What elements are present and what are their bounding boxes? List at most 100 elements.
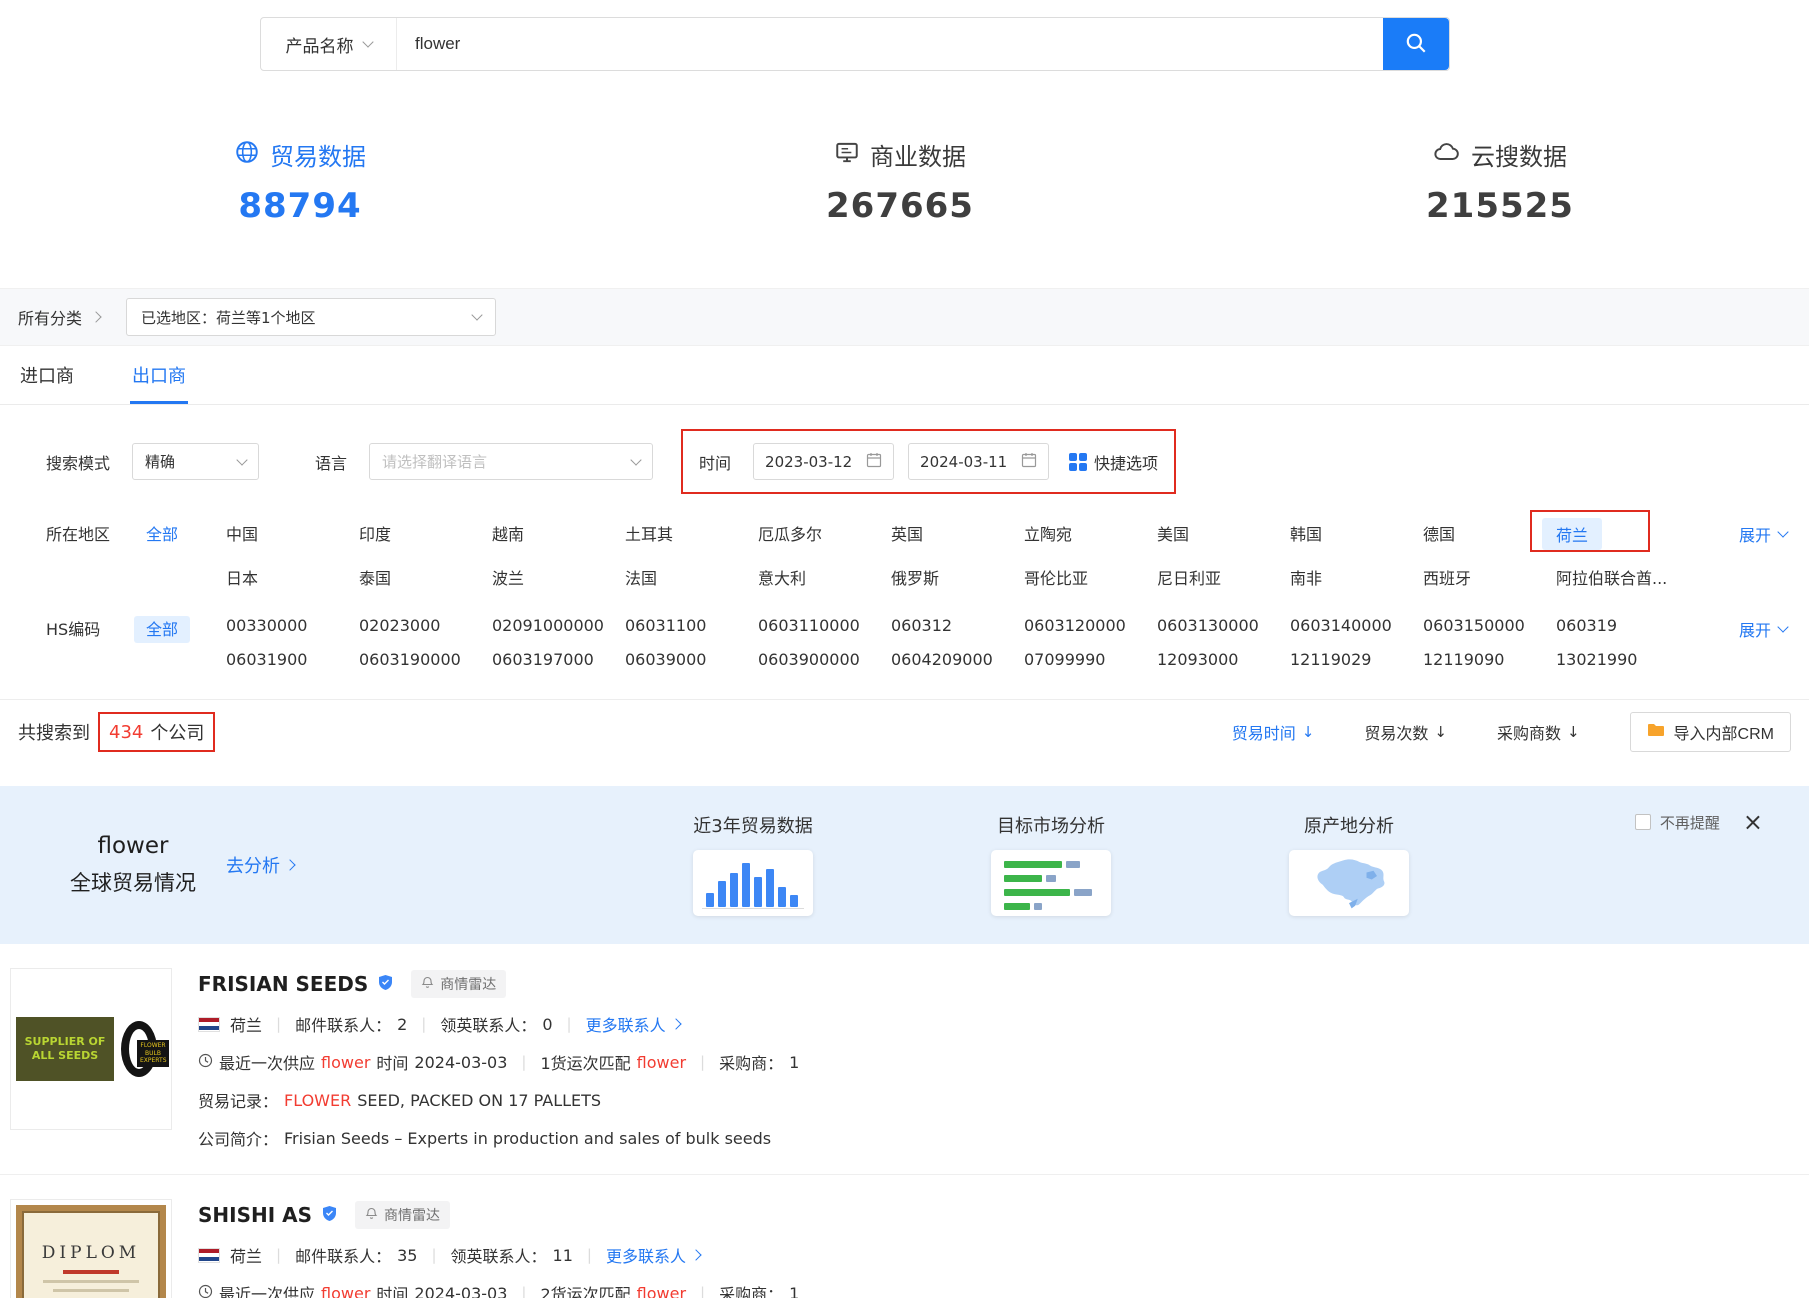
hs-code-option[interactable]: 0603130000	[1157, 613, 1290, 635]
card-origin-analysis[interactable]: 原产地分析	[1284, 812, 1414, 916]
hs-code-option[interactable]: 12119029	[1290, 647, 1423, 669]
region-option[interactable]: 越南	[492, 518, 625, 545]
hs-code-option[interactable]: 0603110000	[758, 613, 891, 635]
more-contacts-link[interactable]: 更多联系人	[606, 1243, 700, 1267]
hs-code-option[interactable]: 0603140000	[1290, 613, 1423, 635]
quick-options-button[interactable]: 快捷选项	[1069, 450, 1158, 474]
company-name[interactable]: SHISHI AS	[198, 1203, 312, 1227]
hs-expand-button[interactable]: 展开	[1739, 617, 1787, 641]
hs-code-option[interactable]: 06039000	[625, 647, 758, 669]
region-option[interactable]: 南非	[1290, 562, 1423, 589]
hs-code-option[interactable]: 0603900000	[758, 647, 891, 669]
search-button[interactable]	[1383, 18, 1449, 70]
hs-code-option[interactable]: 0603197000	[492, 647, 625, 669]
radar-badge[interactable]: 商情雷达	[355, 1201, 450, 1229]
breadcrumb[interactable]: 所有分类	[18, 305, 100, 329]
sort-buyer-count[interactable]: 采购商数↓	[1497, 720, 1580, 744]
region-option[interactable]: 泰国	[359, 562, 492, 589]
company-name[interactable]: FRISIAN SEEDS	[198, 972, 368, 996]
import-crm-button[interactable]: 导入内部CRM	[1630, 712, 1791, 752]
region-option[interactable]: 法国	[625, 562, 758, 589]
region-option[interactable]: 日本	[226, 562, 359, 589]
region-option[interactable]: 意大利	[758, 562, 891, 589]
hs-code-option[interactable]: 13021990	[1556, 647, 1689, 669]
bell-icon	[365, 1207, 378, 1224]
shield-icon[interactable]	[378, 974, 393, 995]
hs-code-option[interactable]: 02091000000	[492, 613, 625, 635]
hs-code-option[interactable]: 0604209000	[891, 647, 1024, 669]
sort-trade-time[interactable]: 贸易时间↓	[1232, 720, 1315, 744]
company-card: SUPPLIER OF ALL SEEDS FLOWER BULB EXPERT…	[0, 944, 1809, 1175]
stat-trade-data[interactable]: 贸易数据 88794	[0, 137, 600, 226]
date-from-input[interactable]: 2023-03-12	[753, 443, 894, 480]
banner-subtitle: 全球贸易情况	[70, 867, 196, 897]
more-contacts-link[interactable]: 更多联系人	[586, 1012, 680, 1036]
selected-region-dropdown[interactable]: 已选地区：荷兰等1个地区	[126, 298, 496, 336]
radar-badge[interactable]: 商情雷达	[411, 970, 506, 998]
company-contact-row: 荷兰 | 邮件联系人：35 | 领英联系人：11 | 更多联系人	[198, 1243, 799, 1267]
region-option[interactable]: 哥伦比亚	[1024, 562, 1157, 589]
region-option[interactable]: 西班牙	[1423, 562, 1556, 589]
region-option[interactable]: 美国	[1157, 518, 1290, 545]
region-option[interactable]: 英国	[891, 518, 1024, 545]
hs-all-option[interactable]: 全部	[146, 613, 226, 669]
card-target-market[interactable]: 目标市场分析	[986, 812, 1116, 916]
hs-filter-label: HS编码	[46, 613, 146, 669]
chevron-down-icon	[1777, 621, 1788, 632]
date-to-input[interactable]: 2024-03-11	[908, 443, 1049, 480]
hs-code-option[interactable]: 06031100	[625, 613, 758, 635]
hs-code-option[interactable]: 060312	[891, 613, 1024, 635]
stat-business-data[interactable]: 商业数据 267665	[600, 137, 1200, 226]
region-option[interactable]: 韩国	[1290, 518, 1423, 545]
hs-code-option[interactable]: 0603150000	[1423, 613, 1556, 635]
shield-icon[interactable]	[322, 1205, 337, 1226]
hs-code-option[interactable]: 12093000	[1157, 647, 1290, 669]
company-intro-text: Frisian Seeds – Experts in production an…	[284, 1129, 771, 1148]
match-keyword: flower	[637, 1284, 686, 1298]
company-logo[interactable]: SUPPLIER OF ALL SEEDS FLOWER BULB EXPERT…	[10, 968, 172, 1130]
region-option[interactable]: 俄罗斯	[891, 562, 1024, 589]
region-option[interactable]: 立陶宛	[1024, 518, 1157, 545]
chevron-right-icon	[284, 859, 295, 870]
language-select[interactable]: 请选择翻译语言	[369, 443, 653, 480]
hs-code-option[interactable]: 02023000	[359, 613, 492, 635]
region-all-option[interactable]: 全部	[146, 518, 226, 589]
hs-code-option[interactable]: 12119090	[1423, 647, 1556, 669]
hs-code-option[interactable]: 06031900	[226, 647, 359, 669]
chevron-down-icon	[236, 454, 247, 465]
supply-keyword: flower	[321, 1053, 370, 1072]
region-option[interactable]: 厄瓜多尔	[758, 518, 891, 545]
chevron-down-icon	[1777, 526, 1788, 537]
region-option[interactable]: 尼日利亚	[1157, 562, 1290, 589]
close-icon[interactable]: ×	[1743, 810, 1763, 834]
region-option[interactable]: 阿拉伯联合酋...	[1556, 562, 1689, 589]
region-option[interactable]: 波兰	[492, 562, 625, 589]
monitor-icon	[834, 139, 860, 171]
search-category-select[interactable]: 产品名称	[261, 18, 397, 70]
linkedin-contacts-label: 领英联系人：	[451, 1243, 547, 1267]
region-option[interactable]: 印度	[359, 518, 492, 545]
go-analyze-link[interactable]: 去分析	[226, 852, 294, 878]
email-contacts-count: 35	[397, 1246, 417, 1265]
sort-trade-count[interactable]: 贸易次数↓	[1364, 720, 1447, 744]
region-filter-label: 所在地区	[46, 518, 146, 589]
hs-code-option[interactable]: 00330000	[226, 613, 359, 635]
dont-remind-checkbox[interactable]	[1635, 814, 1651, 830]
stat-cloud-data[interactable]: 云搜数据 215525	[1200, 137, 1800, 226]
card-trade-3yr[interactable]: 近3年贸易数据	[688, 812, 818, 916]
region-option-netherlands-selected[interactable]: 荷兰	[1556, 518, 1689, 550]
search-input[interactable]	[397, 18, 1383, 70]
hs-code-option[interactable]: 07099990	[1024, 647, 1157, 669]
hs-code-option[interactable]: 0603190000	[359, 647, 492, 669]
tab-exporter[interactable]: 出口商	[130, 346, 188, 404]
hs-code-option[interactable]: 0603120000	[1024, 613, 1157, 635]
region-option[interactable]: 德国	[1423, 518, 1556, 545]
company-logo[interactable]: DIPLOM	[10, 1199, 172, 1298]
region-option[interactable]: 土耳其	[625, 518, 758, 545]
tab-importer[interactable]: 进口商	[18, 346, 76, 404]
region-option[interactable]: 中国	[226, 518, 359, 545]
hs-code-option[interactable]: 060319	[1556, 613, 1689, 635]
search-mode-select[interactable]: 精确	[132, 443, 259, 480]
region-expand-button[interactable]: 展开	[1739, 522, 1787, 546]
importer-exporter-tabs: 进口商 出口商	[0, 346, 1809, 405]
